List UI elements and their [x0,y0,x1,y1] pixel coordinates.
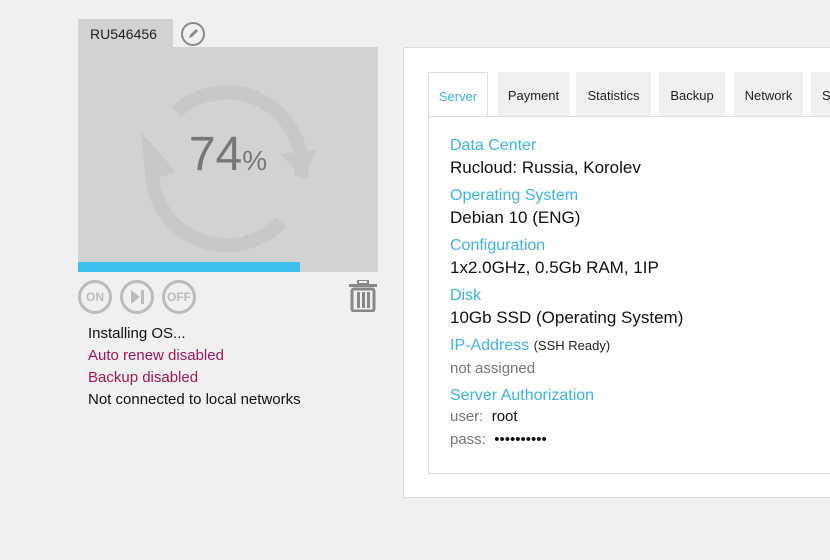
disk-value: 10Gb SSD (Operating System) [450,308,684,327]
data-center-value: Rucloud: Russia, Korolev [450,158,641,177]
tab-backup[interactable]: Backup [659,72,725,116]
status-backup: Backup disabled [88,369,199,386]
auth-label: Server Authorization [450,387,595,404]
server-tab-content: Data Center Rucloud: Russia, Korolev Ope… [428,117,830,474]
status-network: Not connected to local networks [88,391,301,408]
progress-bar [78,262,300,272]
tab-payment[interactable]: Payment [498,72,569,116]
power-on-button[interactable]: ON [78,280,112,314]
tab-more[interactable]: S [811,72,830,116]
power-off-button[interactable]: OFF [162,280,196,314]
tab-server[interactable]: Server [428,72,488,116]
install-progress-screen: 74% [78,47,378,272]
tab-statistics[interactable]: Statistics [576,72,651,116]
pencil-icon [189,29,198,38]
os-label: Operating System [450,187,579,204]
disk-label: Disk [450,287,482,304]
configuration-label: Configuration [450,237,546,254]
configuration-value: 1x2.0GHz, 0.5Gb RAM, 1IP [450,258,659,277]
trash-icon[interactable] [349,280,377,312]
tab-network[interactable]: Network [734,72,803,116]
status-auto-renew: Auto renew disabled [88,347,224,364]
tab-bar: Server Payment Statistics Backup Network… [428,72,830,117]
restart-button[interactable] [120,280,154,314]
server-details-panel: Server Payment Statistics Backup Network… [403,47,830,498]
status-installing: Installing OS... [88,325,186,342]
ip-label: IP-Address (SSH Ready) [450,337,611,354]
server-id-tab: RU546456 [78,19,173,47]
ip-value: not assigned [450,360,536,377]
play-next-icon [131,290,144,304]
data-center-label: Data Center [450,137,537,154]
auth-user: user: root [450,408,518,425]
auth-pass: pass: •••••••••• [450,431,547,448]
edit-name-button[interactable] [181,22,205,46]
progress-percent: 74% [188,128,268,181]
os-value: Debian 10 (ENG) [450,208,581,227]
